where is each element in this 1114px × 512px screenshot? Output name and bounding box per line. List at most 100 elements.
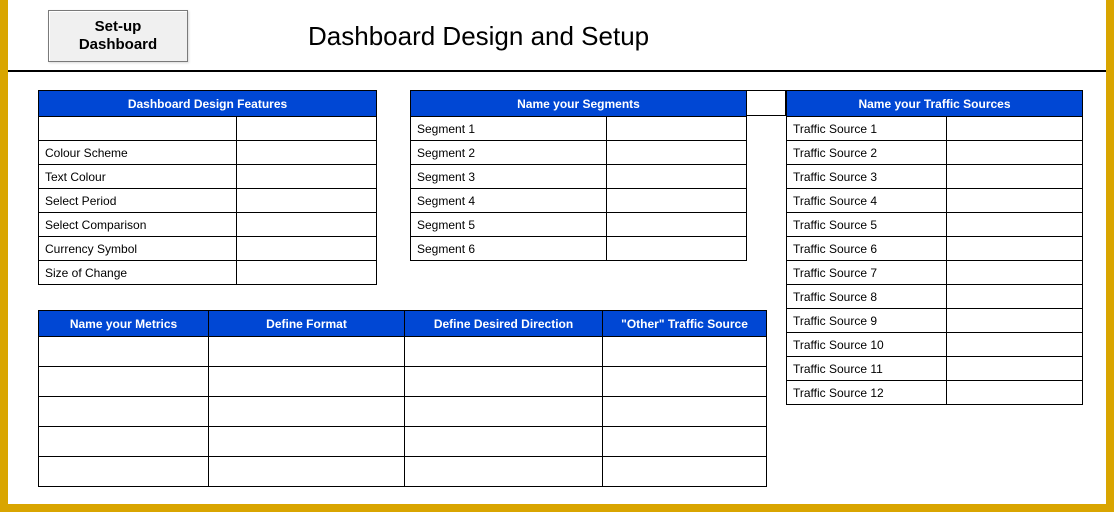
- header-bar: Set-up Dashboard Dashboard Design and Se…: [8, 0, 1106, 72]
- table-row: Traffic Source 12: [787, 381, 1083, 405]
- name-your-traffic-sources-table: Name your Traffic Sources Traffic Source…: [786, 90, 1083, 405]
- traffic-label: Traffic Source 4: [787, 189, 947, 213]
- table-row: Segment 2: [411, 141, 747, 165]
- metric-cell[interactable]: [603, 367, 767, 397]
- metric-cell[interactable]: [209, 337, 405, 367]
- metric-cell[interactable]: [405, 337, 603, 367]
- traffic-value[interactable]: [947, 237, 1083, 261]
- metric-cell[interactable]: [603, 397, 767, 427]
- metric-cell[interactable]: [209, 397, 405, 427]
- table-row: Traffic Source 3: [787, 165, 1083, 189]
- traffic-label: Traffic Source 8: [787, 285, 947, 309]
- setup-dashboard-button[interactable]: Set-up Dashboard: [48, 10, 188, 62]
- table-row: [39, 367, 767, 397]
- segment-label: Segment 6: [411, 237, 607, 261]
- table-row: Segment 1: [411, 117, 747, 141]
- segment-value[interactable]: [607, 141, 747, 165]
- feature-value[interactable]: [237, 189, 377, 213]
- traffic-value[interactable]: [947, 309, 1083, 333]
- feature-value[interactable]: [237, 165, 377, 189]
- metric-cell[interactable]: [39, 397, 209, 427]
- metric-cell[interactable]: [39, 457, 209, 487]
- feature-label: Colour Scheme: [39, 141, 237, 165]
- table-row: Traffic Source 11: [787, 357, 1083, 381]
- traffic-value[interactable]: [947, 261, 1083, 285]
- table-row: Colour Scheme: [39, 141, 377, 165]
- feature-value[interactable]: [237, 261, 377, 285]
- metrics-header-format: Define Format: [209, 311, 405, 337]
- table-row: Traffic Source 1: [787, 117, 1083, 141]
- traffic-label: Traffic Source 9: [787, 309, 947, 333]
- metric-cell[interactable]: [39, 367, 209, 397]
- table-row: Size of Change: [39, 261, 377, 285]
- metric-cell[interactable]: [39, 427, 209, 457]
- segment-label: Segment 5: [411, 213, 607, 237]
- table-row: Segment 4: [411, 189, 747, 213]
- traffic-header: Name your Traffic Sources: [787, 91, 1083, 117]
- button-line-2: Dashboard: [79, 36, 157, 53]
- table-row: [39, 117, 377, 141]
- feature-value[interactable]: [237, 117, 377, 141]
- traffic-label: Traffic Source 3: [787, 165, 947, 189]
- metric-cell[interactable]: [209, 427, 405, 457]
- feature-label: [39, 117, 237, 141]
- feature-value[interactable]: [237, 237, 377, 261]
- metric-cell[interactable]: [209, 367, 405, 397]
- metric-cell[interactable]: [405, 397, 603, 427]
- metric-cell[interactable]: [405, 367, 603, 397]
- feature-label: Text Colour: [39, 165, 237, 189]
- table-row: Select Comparison: [39, 213, 377, 237]
- traffic-value[interactable]: [947, 285, 1083, 309]
- table-row: Traffic Source 5: [787, 213, 1083, 237]
- table-row: [39, 397, 767, 427]
- traffic-label: Traffic Source 5: [787, 213, 947, 237]
- spacer-cell: [746, 90, 786, 116]
- metrics-header-name: Name your Metrics: [39, 311, 209, 337]
- feature-label: Select Period: [39, 189, 237, 213]
- table-row: Segment 5: [411, 213, 747, 237]
- segments-header: Name your Segments: [411, 91, 747, 117]
- segment-value[interactable]: [607, 237, 747, 261]
- table-row: Text Colour: [39, 165, 377, 189]
- metric-cell[interactable]: [405, 457, 603, 487]
- traffic-value[interactable]: [947, 189, 1083, 213]
- traffic-label: Traffic Source 12: [787, 381, 947, 405]
- traffic-label: Traffic Source 1: [787, 117, 947, 141]
- metric-cell[interactable]: [209, 457, 405, 487]
- traffic-label: Traffic Source 11: [787, 357, 947, 381]
- metric-cell[interactable]: [603, 457, 767, 487]
- segment-value[interactable]: [607, 213, 747, 237]
- feature-value[interactable]: [237, 213, 377, 237]
- table-row: [39, 457, 767, 487]
- metric-cell[interactable]: [603, 427, 767, 457]
- traffic-value[interactable]: [947, 117, 1083, 141]
- feature-label: Select Comparison: [39, 213, 237, 237]
- traffic-value[interactable]: [947, 165, 1083, 189]
- traffic-value[interactable]: [947, 333, 1083, 357]
- feature-value[interactable]: [237, 141, 377, 165]
- table-row: Traffic Source 2: [787, 141, 1083, 165]
- metric-cell[interactable]: [603, 337, 767, 367]
- traffic-value[interactable]: [947, 141, 1083, 165]
- content-area: Dashboard Design Features Colour Scheme …: [8, 72, 1106, 510]
- table-row: Traffic Source 9: [787, 309, 1083, 333]
- traffic-value[interactable]: [947, 381, 1083, 405]
- features-header: Dashboard Design Features: [39, 91, 377, 117]
- traffic-value[interactable]: [947, 357, 1083, 381]
- feature-label: Currency Symbol: [39, 237, 237, 261]
- metric-cell[interactable]: [405, 427, 603, 457]
- table-row: Traffic Source 8: [787, 285, 1083, 309]
- traffic-label: Traffic Source 7: [787, 261, 947, 285]
- segment-value[interactable]: [607, 165, 747, 189]
- table-row: Segment 6: [411, 237, 747, 261]
- segment-label: Segment 2: [411, 141, 607, 165]
- name-your-segments-table: Name your Segments Segment 1 Segment 2 S…: [410, 90, 747, 261]
- table-row: [39, 427, 767, 457]
- traffic-value[interactable]: [947, 213, 1083, 237]
- table-row: Currency Symbol: [39, 237, 377, 261]
- segment-value[interactable]: [607, 189, 747, 213]
- table-row: Segment 3: [411, 165, 747, 189]
- metric-cell[interactable]: [39, 337, 209, 367]
- metrics-header-other: "Other" Traffic Source: [603, 311, 767, 337]
- segment-value[interactable]: [607, 117, 747, 141]
